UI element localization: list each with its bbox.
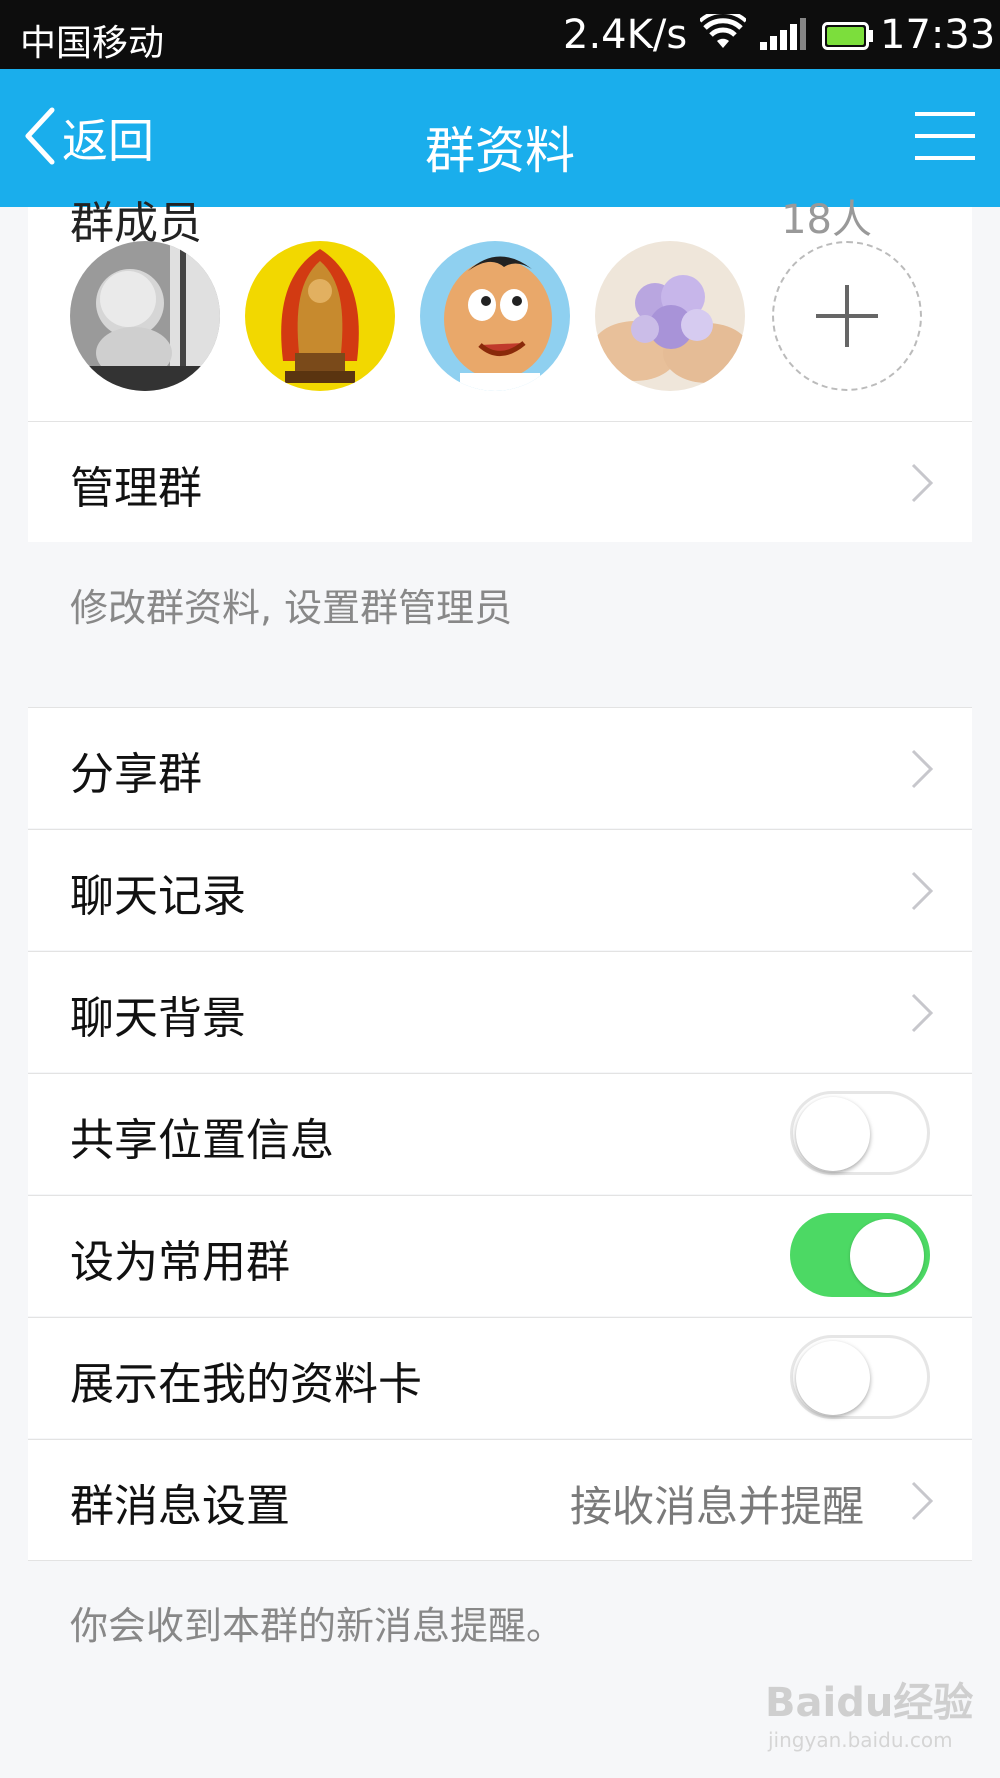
manage-group-row[interactable]: 管理群 bbox=[28, 421, 972, 542]
share-location-toggle[interactable] bbox=[790, 1091, 930, 1175]
share-location-row: 共享位置信息 bbox=[28, 1073, 972, 1194]
battery-icon bbox=[822, 22, 874, 54]
chevron-right-icon bbox=[910, 992, 934, 1038]
wifi-icon bbox=[698, 10, 748, 54]
members-count: 18人 bbox=[781, 197, 872, 243]
cartoon-boy-avatar[interactable] bbox=[420, 241, 570, 391]
set-frequent-row: 设为常用群 bbox=[28, 1195, 972, 1316]
flowers-avatar[interactable] bbox=[595, 241, 745, 391]
menu-icon[interactable] bbox=[915, 110, 975, 166]
signal-icon bbox=[760, 18, 806, 54]
network-speed: 2.4K/s bbox=[563, 12, 688, 58]
show-on-card-label: 展示在我的资料卡 bbox=[70, 1359, 422, 1410]
toggle-knob bbox=[796, 1097, 870, 1171]
buddha-avatar[interactable] bbox=[245, 241, 395, 391]
carrier-name: 中国移动 bbox=[20, 23, 165, 64]
members-card[interactable]: 群成员 18人 bbox=[28, 197, 972, 421]
show-on-card-toggle[interactable] bbox=[790, 1335, 930, 1419]
msg-settings-label: 群消息设置 bbox=[70, 1481, 290, 1532]
manage-group-label: 管理群 bbox=[70, 463, 202, 514]
set-frequent-label: 设为常用群 bbox=[70, 1237, 290, 1288]
chat-history-row[interactable]: 聊天记录 bbox=[28, 829, 972, 950]
add-member-button[interactable] bbox=[772, 241, 922, 391]
msg-settings-row[interactable]: 群消息设置 接收消息并提醒 bbox=[28, 1439, 972, 1561]
msg-settings-hint: 你会收到本群的新消息提醒。 bbox=[70, 1604, 565, 1648]
msg-settings-value: 接收消息并提醒 bbox=[569, 1482, 864, 1531]
chat-background-label: 聊天背景 bbox=[70, 993, 246, 1044]
chat-history-label: 聊天记录 bbox=[70, 871, 246, 922]
plus-icon bbox=[816, 285, 878, 351]
clock: 17:33 bbox=[880, 12, 996, 58]
share-group-label: 分享群 bbox=[70, 749, 202, 800]
chevron-right-icon bbox=[910, 1480, 934, 1526]
toggle-knob bbox=[796, 1341, 870, 1415]
chevron-right-icon bbox=[910, 870, 934, 916]
chevron-right-icon bbox=[910, 462, 934, 508]
watermark-url: jingyan.baidu.com bbox=[768, 1728, 953, 1752]
show-on-card-row: 展示在我的资料卡 bbox=[28, 1317, 972, 1438]
status-bar: 中国移动 2.4K/s 17:33 bbox=[0, 0, 1000, 69]
toggle-knob bbox=[850, 1219, 924, 1293]
share-location-label: 共享位置信息 bbox=[70, 1115, 334, 1166]
baby-avatar[interactable] bbox=[70, 241, 220, 391]
set-frequent-toggle[interactable] bbox=[790, 1213, 930, 1297]
manage-hint: 修改群资料, 设置群管理员 bbox=[70, 586, 513, 630]
chevron-right-icon bbox=[910, 748, 934, 794]
watermark-logo: Baidu经验 bbox=[765, 1680, 974, 1726]
share-group-row[interactable]: 分享群 bbox=[28, 707, 972, 828]
chat-background-row[interactable]: 聊天背景 bbox=[28, 951, 972, 1072]
page-title: 群资料 bbox=[425, 122, 575, 180]
